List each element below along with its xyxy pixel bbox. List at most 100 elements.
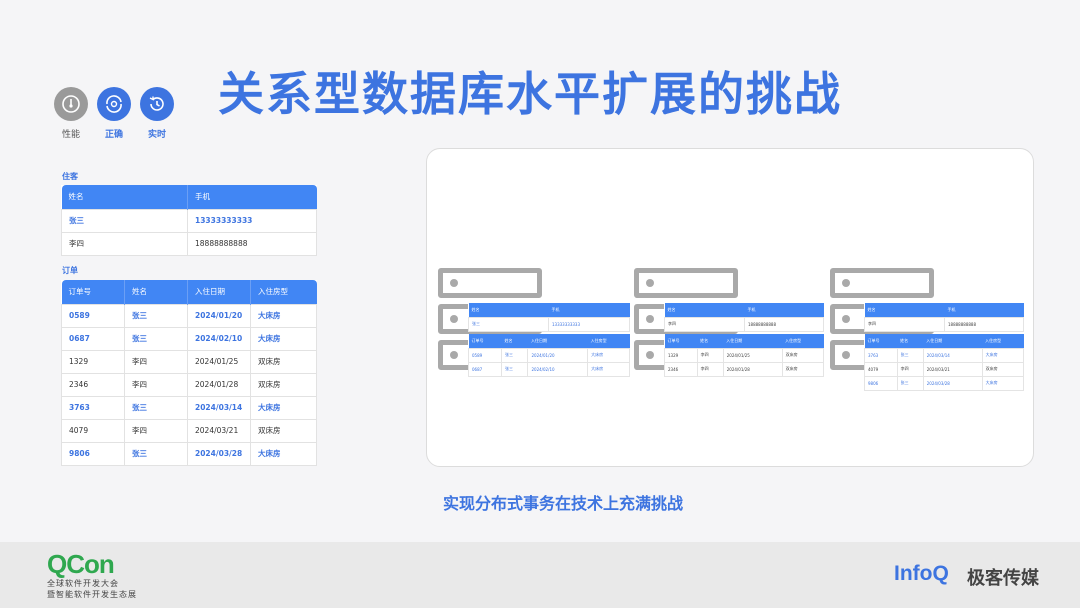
- guest-name: 张三: [468, 316, 549, 332]
- order-date: 2024/01/25: [722, 347, 783, 363]
- order-name: 张三: [124, 395, 188, 420]
- order-date: 2024/02/10: [527, 361, 589, 377]
- order-id: 2346: [61, 372, 125, 397]
- order-id: 4079: [61, 418, 125, 443]
- order-id: 1329: [61, 349, 125, 374]
- guest-phone: 18888888888: [744, 316, 824, 332]
- table-row: 3763 张三 2024/03/14 大床房: [864, 347, 1025, 363]
- order-id: 0589: [61, 303, 125, 328]
- table-row: 1329 李四 2024/01/25 双床房: [664, 347, 825, 363]
- guest-phone: 13333333333: [187, 208, 317, 233]
- order-id: 0687: [467, 361, 503, 377]
- order-name: 张三: [124, 441, 188, 466]
- column-header: 手机: [548, 303, 630, 317]
- order-name: 张三: [124, 303, 188, 328]
- correctness-icon: [97, 87, 131, 121]
- order-id: 9806: [61, 441, 125, 466]
- column-header: 订单号: [61, 280, 125, 304]
- order-name: 李四: [696, 361, 724, 377]
- guest-name: 张三: [61, 208, 188, 233]
- column-header: 入住房型: [587, 334, 630, 348]
- order-name: 张三: [501, 361, 529, 377]
- column-header: 姓名: [124, 280, 188, 304]
- order-date: 2024/01/28: [187, 372, 251, 397]
- order-date: 2024/03/21: [187, 418, 251, 443]
- shard-1-guests-table: 姓名 手机 张三 13333333333: [468, 303, 630, 332]
- order-date: 2024/01/28: [722, 361, 783, 377]
- guests-table: 姓名 手机 张三 13333333333 李四 18888888888: [61, 185, 317, 256]
- column-header: 姓名: [864, 303, 945, 317]
- order-id: 3763: [864, 347, 898, 363]
- shard-1-orders-table: 订单号 姓名 入住日期 入住房型 0589 张三 2024/01/20 大床房 0687 张三…: [467, 334, 630, 377]
- column-header: 入住房型: [250, 280, 317, 304]
- guest-name: 李四: [61, 231, 188, 256]
- column-header: 入住日期: [187, 280, 251, 304]
- column-header: 订单号: [864, 334, 898, 348]
- table-row: 0687 张三 2024/02/10 大床房: [61, 326, 317, 351]
- order-name: 张三: [896, 375, 924, 391]
- realtime-icon: [140, 87, 174, 121]
- column-header: 入住日期: [527, 334, 588, 348]
- attr-label: 性能: [61, 130, 80, 140]
- order-id: 1329: [664, 347, 698, 363]
- table-row: 4079 李四 2024/03/21 双床房: [61, 418, 317, 443]
- performance-icon: [54, 87, 88, 121]
- order-date: 2024/01/20: [527, 347, 589, 363]
- column-header: 订单号: [664, 334, 698, 348]
- column-header: 姓名: [897, 334, 924, 348]
- caption: 实现分布式事务在技术上充满挑战: [442, 494, 683, 513]
- table-row: 3763 张三 2024/03/14 大床房: [61, 395, 317, 420]
- order-date: 2024/03/28: [922, 375, 983, 391]
- column-header: 姓名: [697, 334, 724, 348]
- order-id: 0687: [61, 326, 125, 351]
- column-header: 姓名: [664, 303, 745, 317]
- order-date: 2024/01/25: [187, 349, 251, 374]
- guests-label: 住客: [62, 172, 78, 181]
- column-header: 手机: [744, 303, 824, 317]
- qcon-tagline-2: 暨智能软件开发生态展: [47, 590, 137, 599]
- order-id: 3763: [61, 395, 125, 420]
- guest-phone: 18888888888: [944, 316, 1024, 332]
- guest-name: 李四: [864, 316, 945, 332]
- order-room: 大床房: [981, 347, 1025, 363]
- order-room: 大床房: [250, 303, 317, 328]
- attr-correctness: 正确: [94, 87, 134, 140]
- order-id: 0589: [467, 347, 503, 363]
- order-date: 2024/03/14: [187, 395, 251, 420]
- table-row: 2346 李四 2024/01/28 双床房: [61, 372, 317, 397]
- table-row: 0589 张三 2024/01/20 大床房: [61, 303, 317, 328]
- attr-realtime: 实时: [137, 87, 177, 140]
- column-header: 姓名: [501, 334, 528, 348]
- order-date: 2024/03/14: [922, 347, 983, 363]
- table-row: 张三 13333333333: [468, 316, 630, 332]
- order-room: 大床房: [587, 361, 630, 377]
- guest-phone: 18888888888: [187, 231, 317, 256]
- order-id: 2346: [664, 361, 698, 377]
- order-name: 李四: [124, 418, 188, 443]
- column-header: 入住房型: [782, 334, 824, 348]
- table-row: 0589 张三 2024/01/20 大床房: [467, 347, 630, 363]
- guest-name: 李四: [664, 316, 745, 332]
- table-row: 2346 李四 2024/01/28 双床房: [664, 361, 825, 377]
- order-name: 李四: [124, 372, 188, 397]
- column-header: 入住日期: [923, 334, 983, 348]
- order-room: 大床房: [981, 375, 1025, 391]
- order-room: 大床房: [250, 326, 317, 351]
- order-room: 双床房: [250, 372, 317, 397]
- table-row: 0687 张三 2024/02/10 大床房: [467, 361, 630, 377]
- order-room: 大床房: [250, 441, 317, 466]
- slide-title: 关系型数据库水平扩展的挑战: [218, 67, 842, 121]
- order-name: 李四: [696, 347, 724, 363]
- orders-table: 订单号 姓名 入住日期 入住房型 0589 张三 2024/01/20 大床房 …: [61, 280, 317, 466]
- order-date: 2024/01/20: [187, 303, 251, 328]
- orders-label: 订单: [62, 266, 78, 275]
- shard-3-orders-table: 订单号 姓名 入住日期 入住房型 3763 张三 2024/03/14 大床房 4079 李四…: [864, 334, 1025, 391]
- order-date: 2024/03/21: [922, 361, 983, 377]
- order-name: 李四: [896, 361, 924, 377]
- attr-label: 正确: [104, 130, 123, 140]
- table-row: 李四 18888888888: [664, 316, 824, 332]
- order-name: 张三: [501, 347, 529, 363]
- slide: 关系型数据库水平扩展的挑战 性能 正确 实时 住客 姓名 手机 张三 13333…: [0, 0, 1080, 608]
- shard-3-guests-table: 姓名 手机 李四 18888888888: [864, 303, 1024, 332]
- infoq-logo: InfoQ: [894, 562, 949, 585]
